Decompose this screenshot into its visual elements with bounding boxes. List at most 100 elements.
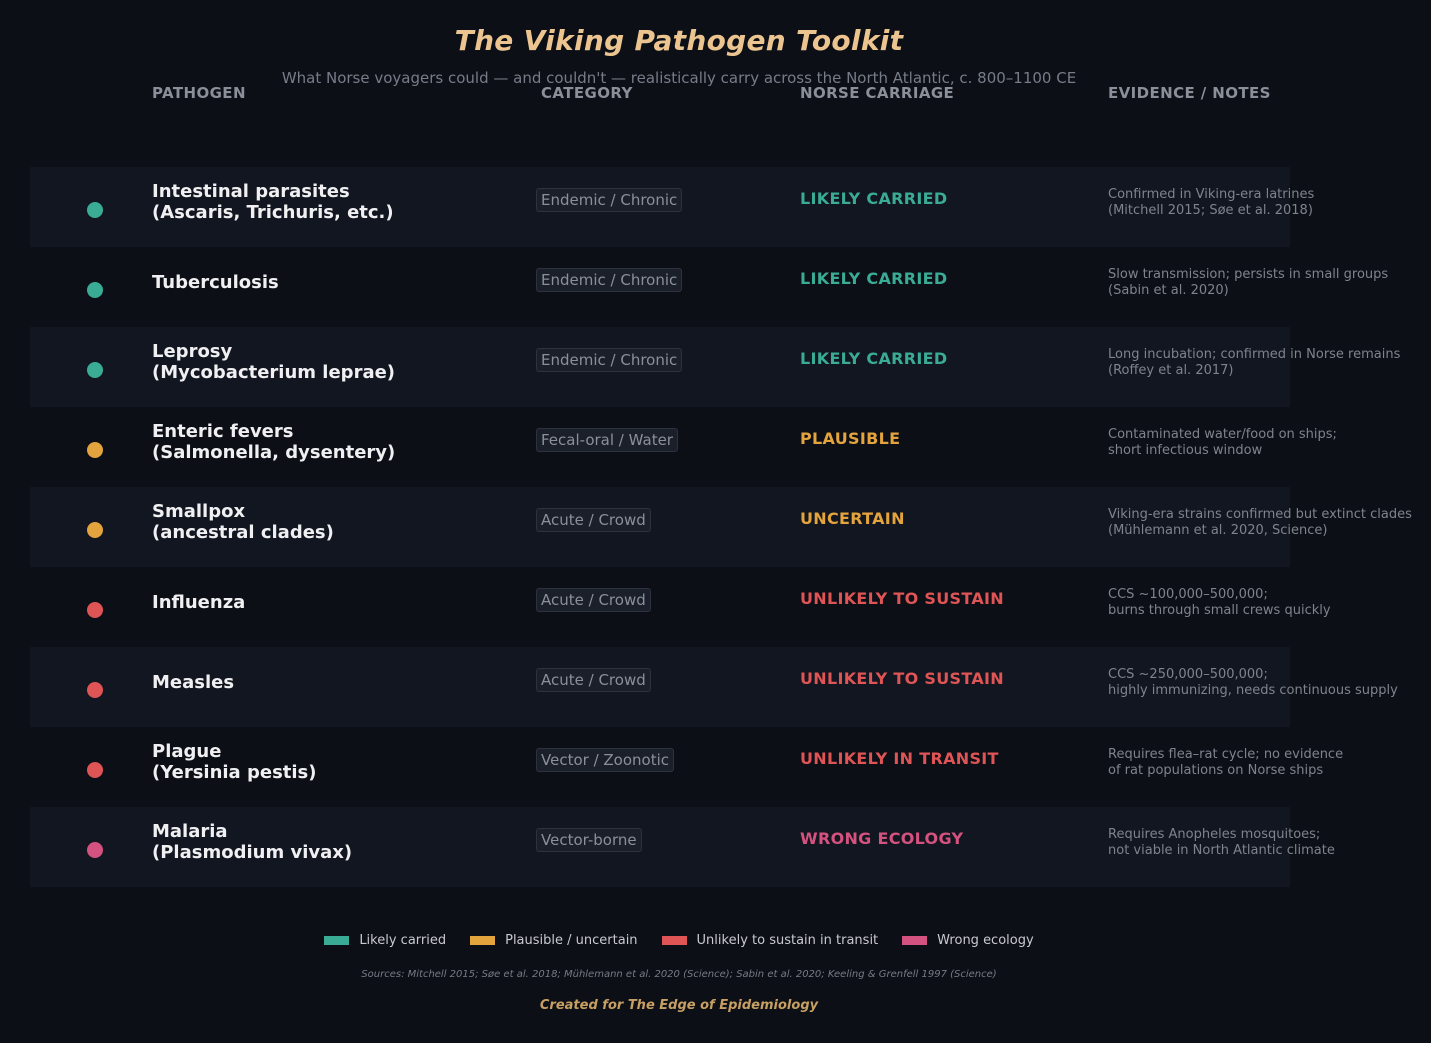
pathogen-name-line: Intestinal parasites: [152, 181, 350, 202]
category-badge: Acute / Crowd: [536, 668, 651, 692]
table-row: Intestinal parasites (Ascaris, Trichuris,…: [30, 167, 1314, 247]
pathogen-name: Tuberculosis: [152, 247, 522, 327]
legend-item: Likely carried: [324, 933, 446, 948]
legend-item: Wrong ecology: [902, 933, 1034, 948]
column-header-category: CATEGORY: [541, 84, 633, 102]
legend-label: Wrong ecology: [937, 933, 1034, 948]
pathogen-name-line: Plague: [152, 741, 222, 762]
carriage-status: UNLIKELY TO SUSTAIN: [800, 589, 1004, 608]
pathogen-name: Measles: [152, 647, 522, 727]
evidence-note-line: of rat populations on Norse ships: [1108, 763, 1324, 778]
legend-swatch-icon: [661, 936, 687, 945]
pathogen-name-line: Influenza: [152, 591, 246, 613]
carriage-status: UNLIKELY TO SUSTAIN: [800, 669, 1004, 688]
pathogen-name-line: (Yersinia pestis): [152, 762, 317, 783]
status-dot-icon: [87, 202, 103, 218]
table-row: Tuberculosis Endemic / Chronic LIKELY CARR…: [30, 247, 1388, 327]
carriage-status: LIKELY CARRIED: [800, 189, 948, 208]
evidence-notes: Slow transmission; persists in small gro…: [1108, 267, 1388, 299]
legend-label: Unlikely to sustain in transit: [696, 933, 879, 948]
evidence-note-line: Confirmed in Viking-era latrines: [1108, 187, 1315, 202]
pathogen-name: Influenza: [152, 567, 522, 647]
pathogen-name-line: Measles: [152, 671, 235, 693]
pathogen-name-line: (Mycobacterium leprae): [152, 362, 396, 383]
legend-label: Plausible / uncertain: [505, 933, 638, 948]
pathogen-name-line: Enteric fevers: [152, 421, 294, 442]
pathogen-name-line: (ancestral clades): [152, 522, 334, 543]
pathogen-name: Plague (Yersinia pestis): [152, 727, 522, 807]
status-dot-icon: [87, 442, 103, 458]
table-row: Leprosy (Mycobacterium leprae) Endemic / C…: [30, 327, 1400, 407]
pathogen-name-line: Leprosy: [152, 341, 233, 362]
credit-line: Created for The Edge of Epidemiology: [539, 998, 819, 1013]
pathogen-name-line: Smallpox: [152, 501, 246, 522]
carriage-status: UNLIKELY IN TRANSIT: [800, 749, 999, 768]
evidence-note-line: (Mitchell 2015; Søe et al. 2018): [1108, 203, 1313, 218]
evidence-note-line: short infectious window: [1108, 443, 1263, 458]
carriage-status: LIKELY CARRIED: [800, 349, 948, 368]
legend-swatch-icon: [324, 936, 350, 945]
evidence-notes: Long incubation; confirmed in Norse rema…: [1108, 347, 1400, 379]
table-row: Enteric fevers (Salmonella, dysentery) Fec…: [30, 407, 1337, 487]
category-badge: Vector-borne: [536, 828, 642, 852]
pathogen-name: Smallpox (ancestral clades): [152, 487, 522, 567]
evidence-note-line: (Mühlemann et al. 2020, Science): [1108, 523, 1328, 538]
evidence-note-line: Long incubation; confirmed in Norse rema…: [1108, 347, 1401, 362]
page-title: The Viking Pathogen Toolkit: [454, 24, 904, 57]
evidence-notes: CCS ~250,000–500,000; highly immunizing, …: [1108, 667, 1398, 699]
status-dot-icon: [87, 602, 103, 618]
category-badge: Acute / Crowd: [536, 508, 651, 532]
column-header-carriage: NORSE CARRIAGE: [800, 84, 955, 102]
evidence-note-line: not viable in North Atlantic climate: [1108, 843, 1335, 858]
status-dot-icon: [87, 762, 103, 778]
table-row: Measles Acute / Crowd UNLIKELY TO SUSTAIN C…: [30, 647, 1398, 727]
category-badge: Endemic / Chronic: [536, 348, 683, 372]
sources-note: Sources: Mitchell 2015; Søe et al. 2018;…: [361, 969, 997, 980]
evidence-note-line: Contaminated water/food on ships;: [1108, 427, 1337, 442]
category-badge: Acute / Crowd: [536, 588, 651, 612]
status-dot-icon: [87, 362, 103, 378]
category-badge: Vector / Zoonotic: [536, 748, 674, 772]
pathogen-name: Enteric fevers (Salmonella, dysentery): [152, 407, 522, 487]
pathogen-table: Intestinal parasites (Ascaris, Trichuris,…: [30, 167, 1412, 887]
legend: Likely carried Plausible / uncertain Unlik…: [0, 933, 1358, 948]
evidence-note-line: (Sabin et al. 2020): [1108, 283, 1229, 298]
evidence-note-line: highly immunizing, needs continuous supp…: [1108, 683, 1398, 698]
category-badge: Endemic / Chronic: [536, 268, 683, 292]
carriage-status: UNCERTAIN: [800, 509, 905, 528]
table-row: Smallpox (ancestral clades) Acute / Crowd U…: [30, 487, 1412, 567]
category-badge: Fecal-oral / Water: [536, 428, 678, 452]
pathogen-name-line: Tuberculosis: [152, 271, 279, 293]
legend-swatch-icon: [470, 936, 496, 945]
evidence-notes: Requires Anopheles mosquitoes; not viable…: [1108, 827, 1335, 859]
status-dot-icon: [87, 842, 103, 858]
evidence-note-line: Viking-era strains confirmed but extinct…: [1108, 507, 1412, 522]
pathogen-name: Leprosy (Mycobacterium leprae): [152, 327, 522, 407]
table-row: Influenza Acute / Crowd UNLIKELY TO SUSTAI…: [30, 567, 1331, 647]
evidence-notes: Viking-era strains confirmed but extinct…: [1108, 507, 1412, 539]
evidence-note-line: CCS ~250,000–500,000;: [1108, 667, 1268, 682]
evidence-note-line: Slow transmission; persists in small gro…: [1108, 267, 1389, 282]
pathogen-name: Intestinal parasites (Ascaris, Trichuris,…: [152, 167, 522, 247]
pathogen-name-line: Malaria: [152, 821, 228, 842]
evidence-notes: Contaminated water/food on ships; short i…: [1108, 427, 1337, 459]
evidence-notes: CCS ~100,000–500,000; burns through small…: [1108, 587, 1331, 619]
evidence-notes: Confirmed in Viking-era latrines (Mitchel…: [1108, 187, 1314, 219]
carriage-status: PLAUSIBLE: [800, 429, 901, 448]
pathogen-name-line: (Plasmodium vivax): [152, 842, 353, 863]
evidence-note-line: burns through small crews quickly: [1108, 603, 1331, 618]
legend-label: Likely carried: [359, 933, 447, 948]
carriage-status: WRONG ECOLOGY: [800, 829, 964, 848]
evidence-note-line: Requires flea–rat cycle; no evidence: [1108, 747, 1344, 762]
category-badge: Endemic / Chronic: [536, 188, 683, 212]
column-header-pathogen: PATHOGEN: [152, 84, 246, 102]
pathogen-name-line: (Ascaris, Trichuris, etc.): [152, 202, 394, 223]
legend-item: Unlikely to sustain in transit: [661, 933, 879, 948]
legend-swatch-icon: [902, 936, 928, 945]
evidence-note-line: (Roffey et al. 2017): [1108, 363, 1234, 378]
carriage-status: LIKELY CARRIED: [800, 269, 948, 288]
evidence-notes: Requires flea–rat cycle; no evidence of r…: [1108, 747, 1343, 779]
column-header-notes: EVIDENCE / NOTES: [1108, 84, 1271, 102]
evidence-note-line: CCS ~100,000–500,000;: [1108, 587, 1268, 602]
evidence-note-line: Requires Anopheles mosquitoes;: [1108, 827, 1321, 842]
